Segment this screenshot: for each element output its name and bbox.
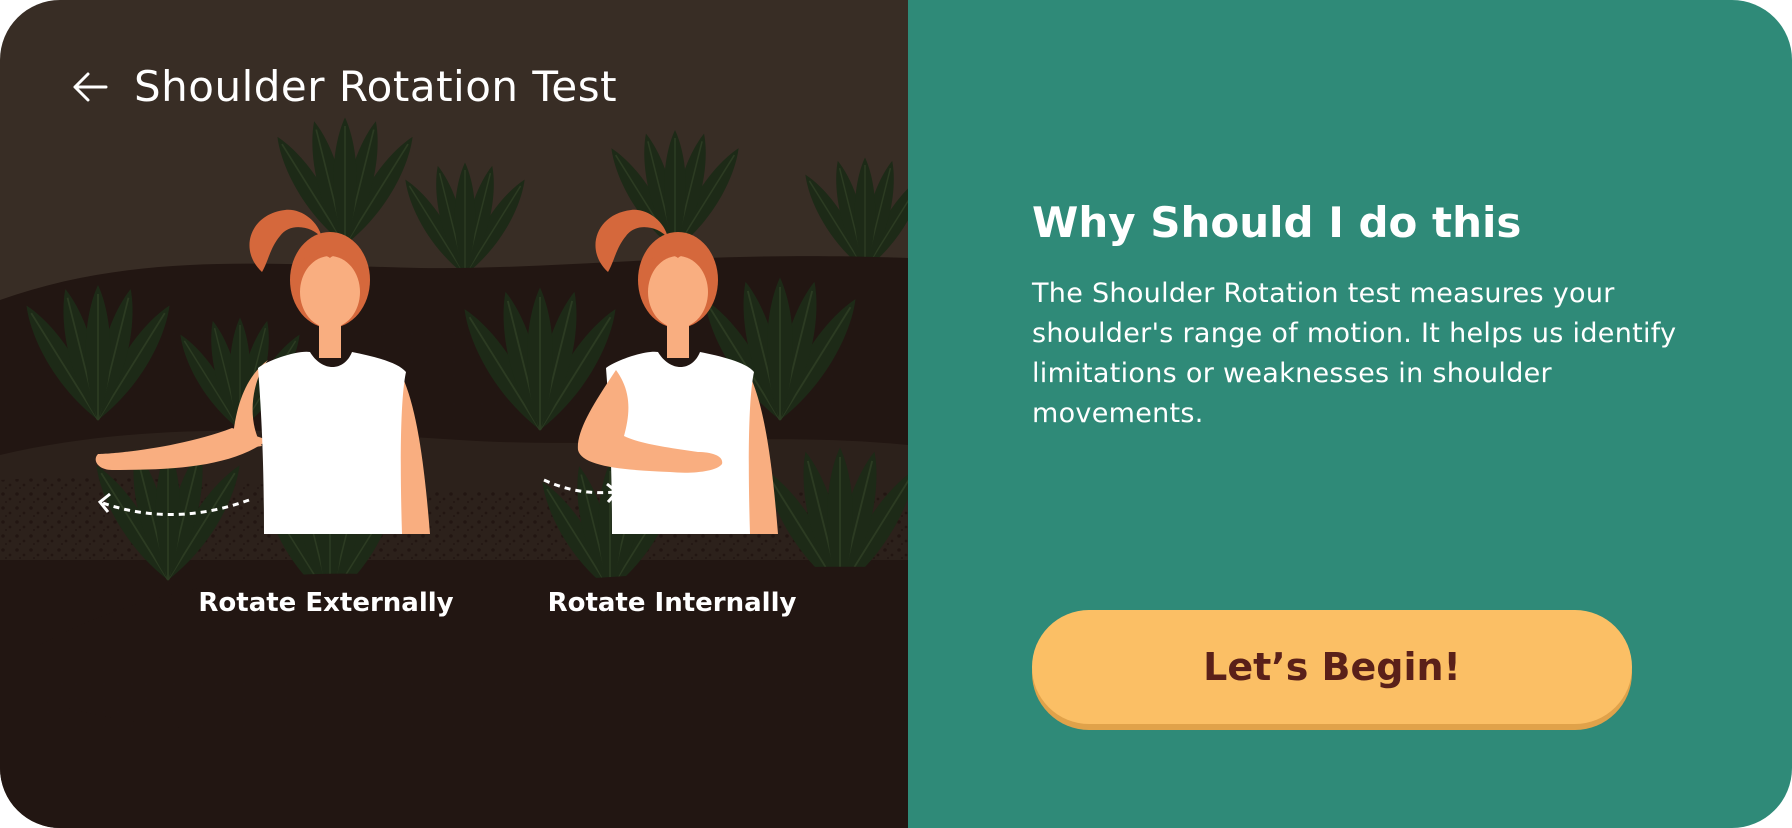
caption-rotate-internally: Rotate Internally (547, 588, 797, 618)
info-description: The Shoulder Rotation test measures your… (1032, 278, 1677, 429)
caption-rotate-externally: Rotate Externally (198, 588, 454, 618)
app-frame: Shoulder Rotation Test Rotate Externally… (0, 0, 1792, 828)
back-button[interactable] (70, 67, 110, 107)
illustration-panel: Shoulder Rotation Test Rotate Externally… (0, 0, 908, 828)
page-title: Shoulder Rotation Test (134, 62, 618, 111)
header: Shoulder Rotation Test (70, 62, 617, 111)
info-panel: Why Should I do this The Shoulder Rotati… (908, 0, 1792, 828)
arrow-left-icon (73, 72, 108, 101)
lets-begin-button[interactable]: Let’s Begin! (1032, 610, 1632, 724)
info-heading: Why Should I do this (1032, 198, 1522, 247)
garden-illustration (0, 0, 908, 828)
